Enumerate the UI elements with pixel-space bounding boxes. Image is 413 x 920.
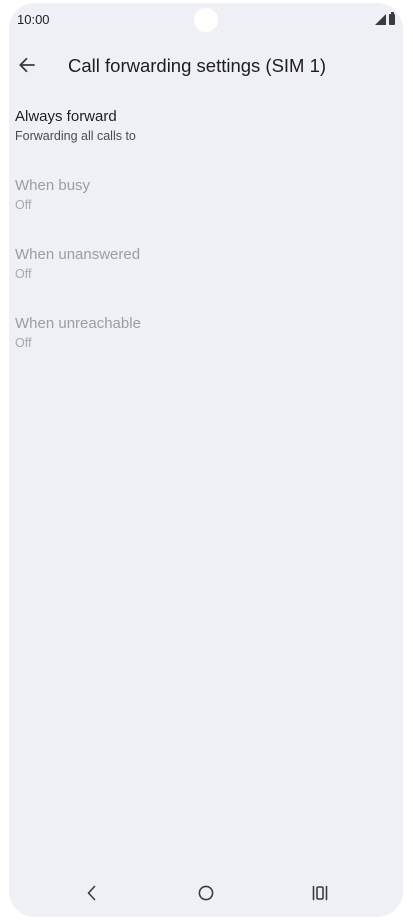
setting-when-unreachable[interactable]: When unreachable Off	[9, 310, 403, 379]
phone-frame: 10:00 Call forwarding settings (SIM 1) A…	[0, 0, 413, 920]
back-button[interactable]	[13, 49, 41, 81]
setting-subtitle: Off	[15, 198, 32, 212]
arrow-left-icon	[19, 57, 35, 73]
status-icons	[375, 12, 395, 25]
setting-title: When unanswered	[15, 246, 141, 263]
setting-title: When busy	[15, 177, 91, 194]
camera-cutout	[194, 8, 218, 32]
setting-title: Always forward	[15, 108, 117, 125]
nav-recents-button[interactable]	[300, 879, 340, 907]
status-time: 10:00	[17, 12, 50, 27]
recents-bars-icon	[312, 885, 328, 901]
setting-always-forward[interactable]: Always forward Forwarding all calls to	[9, 103, 403, 172]
screen: 10:00 Call forwarding settings (SIM 1) A…	[9, 3, 403, 917]
status-bar: 10:00	[9, 3, 403, 35]
app-bar: Call forwarding settings (SIM 1)	[9, 47, 403, 87]
chevron-left-icon	[87, 885, 96, 901]
battery-icon	[389, 12, 395, 25]
call-forwarding-list: Always forward Forwarding all calls to W…	[9, 103, 403, 379]
setting-title: When unreachable	[15, 315, 141, 332]
setting-subtitle: Off	[15, 336, 32, 350]
setting-when-busy[interactable]: When busy Off	[9, 172, 403, 241]
circle-home-icon	[198, 885, 214, 901]
nav-home-button[interactable]	[186, 879, 226, 907]
setting-subtitle: Forwarding all calls to	[15, 129, 136, 143]
nav-back-button[interactable]	[72, 879, 112, 907]
navigation-bar	[9, 873, 403, 917]
setting-when-unanswered[interactable]: When unanswered Off	[9, 241, 403, 310]
page-title: Call forwarding settings (SIM 1)	[68, 55, 327, 76]
cell-signal-icon	[375, 14, 386, 25]
setting-subtitle: Off	[15, 267, 32, 281]
